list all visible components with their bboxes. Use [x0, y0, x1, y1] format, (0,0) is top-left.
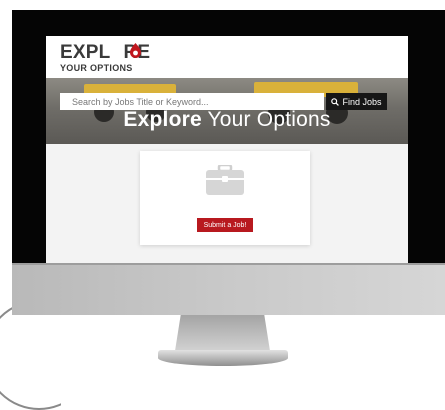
submit-job-card: Submit a Job! [140, 151, 310, 245]
flame-icon [130, 43, 141, 58]
hero-title-bold: Explore [123, 108, 202, 131]
logo-wordmark: EXPLRE [60, 42, 150, 63]
hero-title: Explore Your Options [46, 108, 408, 132]
job-search-bar: Find Jobs [60, 93, 387, 110]
find-jobs-button[interactable]: Find Jobs [326, 93, 387, 110]
logo-subtitle: YOUR OPTIONS [60, 63, 133, 73]
desk-reflection-arc [0, 300, 61, 410]
hero-title-rest: Your Options [201, 108, 331, 131]
job-search-input[interactable] [60, 93, 324, 110]
submit-job-button[interactable]: Submit a Job! [197, 218, 253, 232]
monitor-stand-neck [175, 315, 270, 351]
find-jobs-label: Find Jobs [342, 96, 382, 107]
monitor-stand-base [158, 350, 288, 366]
briefcase-icon [206, 165, 244, 195]
monitor-chin [12, 265, 445, 315]
site-logo[interactable]: EXPLRE YOUR OPTIONS [60, 42, 150, 73]
search-icon [331, 97, 340, 106]
site-header: EXPLRE YOUR OPTIONS [46, 36, 408, 78]
monitor-screen: EXPLRE YOUR OPTIONS Explore Your Options [46, 36, 408, 264]
hero-banner: Explore Your Options [46, 78, 408, 144]
logo-text-left: EXPL [60, 42, 111, 63]
